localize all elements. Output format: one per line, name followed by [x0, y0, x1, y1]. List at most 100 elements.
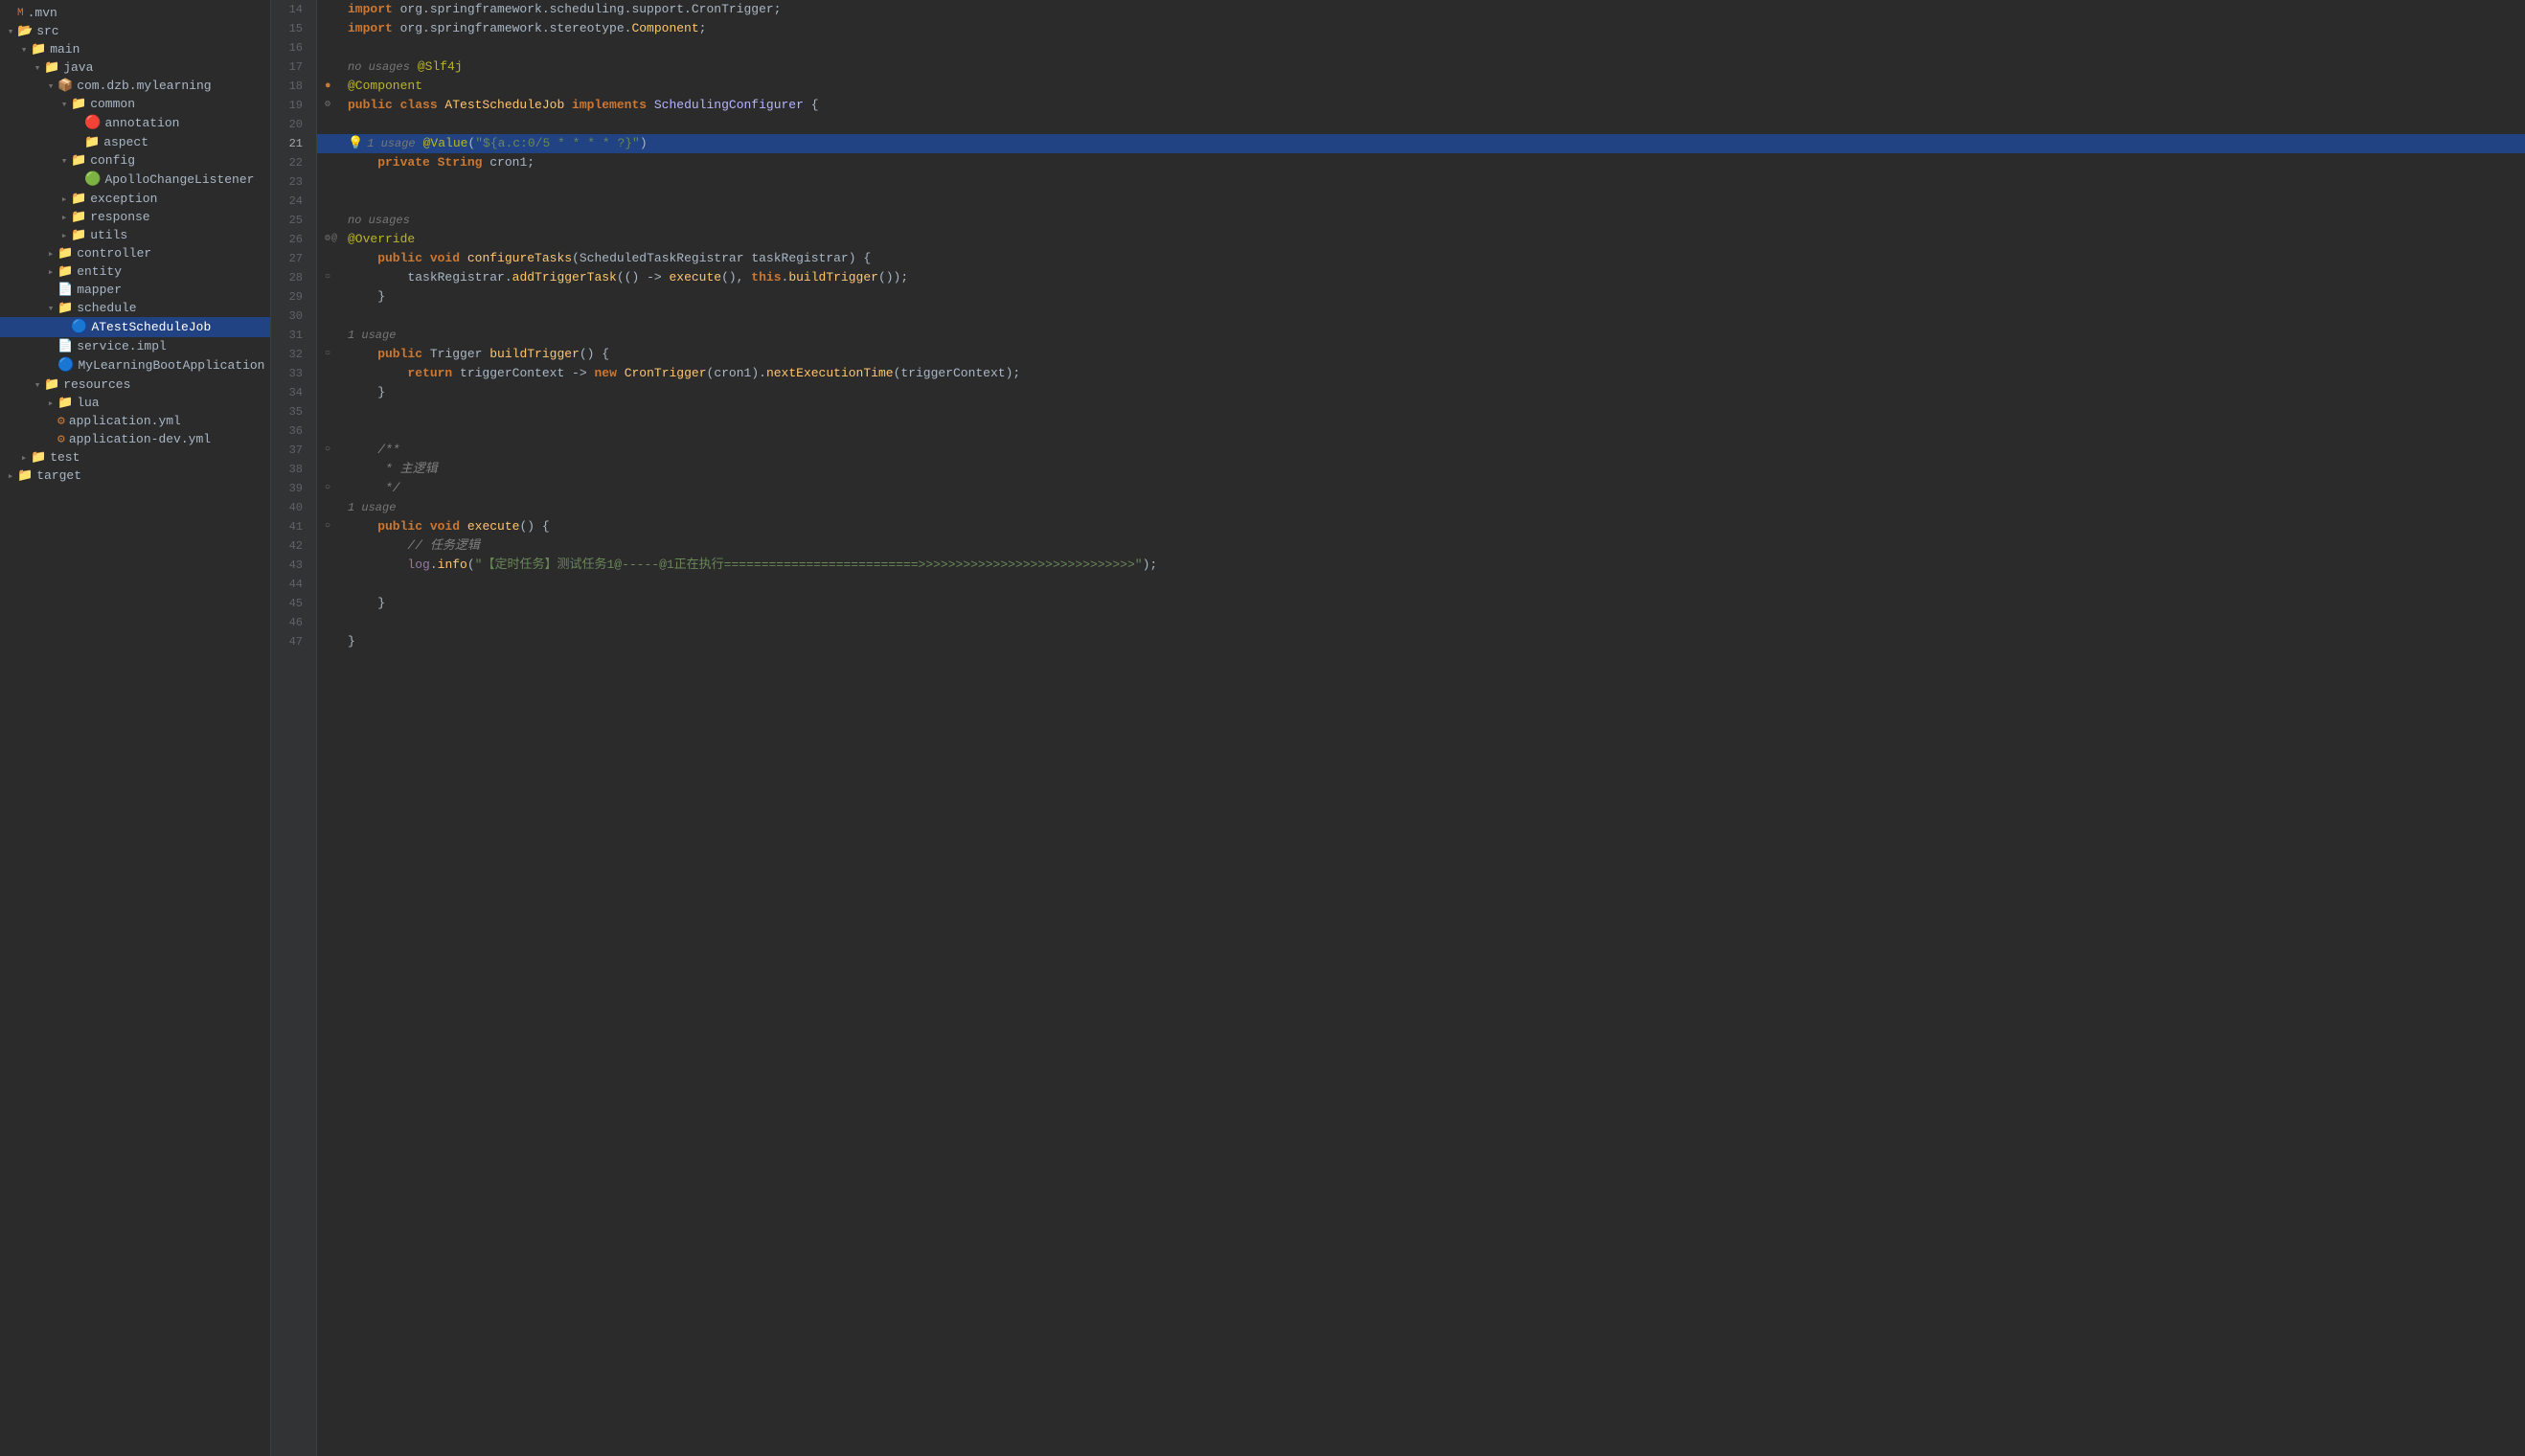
- code-line[interactable]: ⚙@@Override: [317, 230, 2525, 249]
- code-line[interactable]: [317, 421, 2525, 441]
- expand-arrow[interactable]: ▾: [4, 25, 17, 38]
- code-line[interactable]: }: [317, 632, 2525, 651]
- line-number: 35: [271, 402, 308, 421]
- folder-icon: 📁: [71, 210, 86, 224]
- code-line[interactable]: ○ /**: [317, 441, 2525, 460]
- code-line[interactable]: }: [317, 594, 2525, 613]
- expand-arrow[interactable]: ▸: [44, 247, 57, 261]
- code-line[interactable]: [317, 402, 2525, 421]
- code-line[interactable]: [317, 575, 2525, 594]
- sidebar-item-MyLearningBootApplication[interactable]: 🔵 MyLearningBootApplication: [0, 355, 270, 375]
- code-editor: 1415161718192021222324252627282930313233…: [271, 0, 2525, 1456]
- code-line[interactable]: ○ public void execute() {: [317, 517, 2525, 536]
- folder-icon: 📁: [31, 450, 46, 465]
- code-line[interactable]: [317, 172, 2525, 192]
- code-line[interactable]: ○ public Trigger buildTrigger() {: [317, 345, 2525, 364]
- expand-arrow[interactable]: ▾: [44, 302, 57, 315]
- expand-arrow[interactable]: ▸: [44, 397, 57, 410]
- sidebar-item-target[interactable]: ▸ 📁 target: [0, 466, 270, 485]
- code-content[interactable]: import org.springframework.scheduling.su…: [317, 0, 2525, 1456]
- sidebar-item-application.yml[interactable]: ⚙ application.yml: [0, 412, 270, 430]
- code-line[interactable]: ○ taskRegistrar.addTriggerTask(() -> exe…: [317, 268, 2525, 287]
- mvn-icon: M: [17, 8, 24, 19]
- sidebar-item-src[interactable]: ▾ 📂 src: [0, 22, 270, 40]
- sidebar-item-service.impl[interactable]: 📄 service.impl: [0, 337, 270, 355]
- usage-hint: no usages: [348, 57, 410, 77]
- sidebar-item-aspect[interactable]: 📁 aspect: [0, 133, 270, 151]
- expand-arrow[interactable]: ▾: [57, 98, 71, 111]
- code-line[interactable]: [317, 307, 2525, 326]
- sidebar-item-test[interactable]: ▸ 📁 test: [0, 448, 270, 466]
- expand-arrow[interactable]: ▾: [44, 80, 57, 93]
- code-line[interactable]: [317, 613, 2525, 632]
- sidebar-item-resources[interactable]: ▾ 📁 resources: [0, 375, 270, 394]
- expand-arrow[interactable]: ▾: [57, 154, 71, 168]
- code-line[interactable]: 1 usage: [317, 326, 2525, 345]
- code-line[interactable]: import org.springframework.stereotype.Co…: [317, 19, 2525, 38]
- code-line[interactable]: [317, 115, 2525, 134]
- gutter-area: ⚙: [325, 96, 348, 115]
- code-line[interactable]: private String cron1;: [317, 153, 2525, 172]
- code-line[interactable]: ●@Component: [317, 77, 2525, 96]
- file-tree[interactable]: M .mvn ▾ 📂 src ▾ 📁 main ▾ 📁 java ▾ 📦 com…: [0, 0, 271, 1456]
- expand-arrow[interactable]: ▸: [4, 469, 17, 483]
- sidebar-item-annotation[interactable]: 🔴 annotation: [0, 113, 270, 133]
- code-line[interactable]: [317, 38, 2525, 57]
- sidebar-item-label: application-dev.yml: [69, 432, 211, 446]
- sidebar-item-config[interactable]: ▾ 📁 config: [0, 151, 270, 170]
- code-line[interactable]: no usages: [317, 211, 2525, 230]
- sidebar-item-schedule[interactable]: ▾ 📁 schedule: [0, 299, 270, 317]
- sidebar-item-utils[interactable]: ▸ 📁 utils: [0, 226, 270, 244]
- sidebar-item-common[interactable]: ▾ 📁 common: [0, 95, 270, 113]
- code-line[interactable]: log.info("【定时任务】测试任务1@-----@1正在执行=======…: [317, 556, 2525, 575]
- sidebar-item-entity[interactable]: ▸ 📁 entity: [0, 262, 270, 281]
- code-line[interactable]: ⚙public class ATestScheduleJob implement…: [317, 96, 2525, 115]
- expand-arrow[interactable]: ▾: [31, 61, 44, 75]
- expand-arrow[interactable]: ▾: [17, 43, 31, 57]
- code-line[interactable]: 💡1 usage@Value("${a.c:0/5 * * * * ?}"): [317, 134, 2525, 153]
- usage-hint: no usages: [348, 211, 410, 230]
- code-line[interactable]: }: [317, 383, 2525, 402]
- code-line[interactable]: [317, 192, 2525, 211]
- expand-arrow[interactable]: ▸: [44, 265, 57, 279]
- lightbulb-icon[interactable]: 💡: [348, 134, 363, 153]
- code-line[interactable]: // 任务逻辑: [317, 536, 2525, 556]
- folder-icon: 📁: [71, 153, 86, 168]
- code-line[interactable]: public void configureTasks(ScheduledTask…: [317, 249, 2525, 268]
- code-line[interactable]: return triggerContext -> new CronTrigger…: [317, 364, 2525, 383]
- breakpoint-icon: ●: [325, 77, 331, 96]
- sidebar-item-ApolloChangeListener[interactable]: 🟢 ApolloChangeListener: [0, 170, 270, 190]
- sidebar-item-lua[interactable]: ▸ 📁 lua: [0, 394, 270, 412]
- sidebar-item-response[interactable]: ▸ 📁 response: [0, 208, 270, 226]
- usage-hint: 1 usage: [348, 326, 396, 345]
- expand-arrow[interactable]: ▸: [57, 211, 71, 224]
- sidebar-item-label: ApolloChangeListener: [104, 172, 254, 187]
- code-line[interactable]: import org.springframework.scheduling.su…: [317, 0, 2525, 19]
- code-line[interactable]: }: [317, 287, 2525, 307]
- sidebar-item-ATestScheduleJob[interactable]: 🔵 ATestScheduleJob: [0, 317, 270, 337]
- sidebar-item-com.dzb.mylearning[interactable]: ▾ 📦 com.dzb.mylearning: [0, 77, 270, 95]
- expand-arrow[interactable]: ▸: [57, 193, 71, 206]
- code-line[interactable]: * 主逻辑: [317, 460, 2525, 479]
- code-line[interactable]: no usages@Slf4j: [317, 57, 2525, 77]
- sidebar-item-exception[interactable]: ▸ 📁 exception: [0, 190, 270, 208]
- expand-arrow[interactable]: ▸: [57, 229, 71, 242]
- sidebar-item-controller[interactable]: ▸ 📁 controller: [0, 244, 270, 262]
- sidebar-item-mvn[interactable]: M .mvn: [0, 4, 270, 22]
- expand-arrow[interactable]: ▾: [31, 378, 44, 392]
- sidebar-item-label: entity: [77, 264, 122, 279]
- sidebar-item-main[interactable]: ▾ 📁 main: [0, 40, 270, 58]
- sidebar-item-label: lua: [77, 396, 99, 410]
- line-number: 18: [271, 77, 308, 96]
- sidebar-item-mapper[interactable]: 📄 mapper: [0, 281, 270, 299]
- sidebar-item-application-dev.yml[interactable]: ⚙ application-dev.yml: [0, 430, 270, 448]
- line-number: 19: [271, 96, 308, 115]
- folder-icon: 📁: [84, 135, 100, 149]
- expand-arrow[interactable]: ▸: [17, 451, 31, 465]
- code-line[interactable]: 1 usage: [317, 498, 2525, 517]
- folder-icon: 📁: [17, 468, 33, 483]
- circle-icon: ○: [325, 345, 330, 364]
- code-line[interactable]: ○ */: [317, 479, 2525, 498]
- sidebar-item-java[interactable]: ▾ 📁 java: [0, 58, 270, 77]
- line-number: 21: [271, 134, 308, 153]
